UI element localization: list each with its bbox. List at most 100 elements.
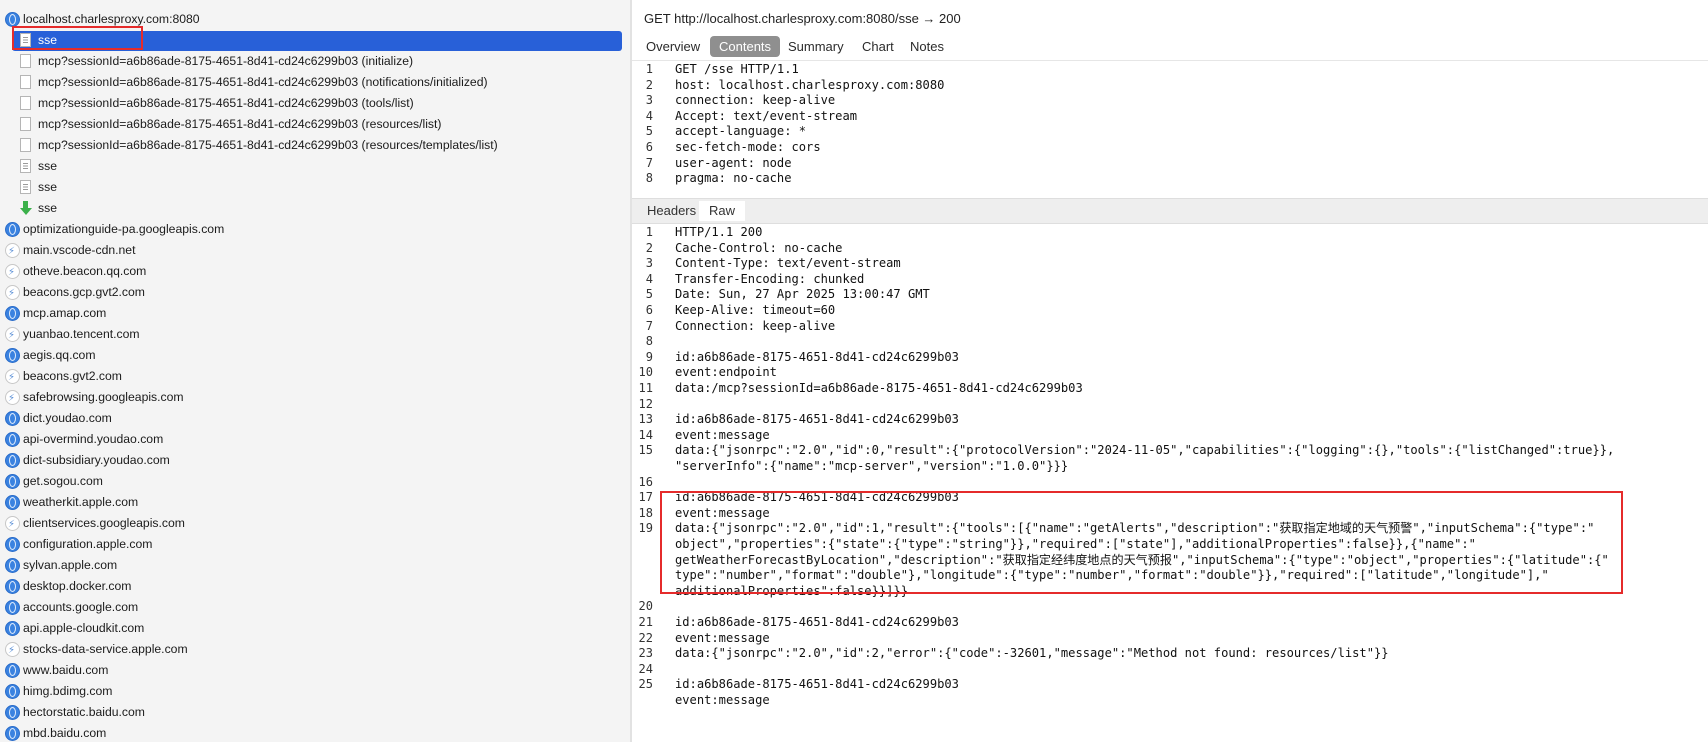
line-number: 8 — [645, 171, 653, 186]
line-text: host: localhost.charlesproxy.com:8080 — [675, 77, 945, 92]
code-line: 3 connection: keep-alive — [632, 92, 1708, 109]
code-line: 13 id:a6b86ade-8175-4651-8d41-cd24c6299b0… — [632, 411, 1708, 428]
document-icon — [20, 180, 31, 194]
tree-request-item[interactable]: mcp?sessionId=a6b86ade-8175-4651-8d41-cd… — [0, 51, 630, 72]
request-raw-view[interactable]: 1 GET /sse HTTP/1.1 2 host: localhost.charl… — [632, 60, 1708, 198]
globe-icon — [5, 348, 20, 363]
line-text: event:endpoint — [675, 365, 777, 380]
tree-item-label: api.apple-cloudkit.com — [23, 621, 145, 635]
tree-host-item[interactable]: aegis.qq.com — [0, 345, 630, 366]
tree-host-item[interactable]: hectorstatic.baidu.com — [0, 702, 630, 723]
line-number: 22 — [638, 630, 653, 645]
lightning-icon — [5, 388, 20, 409]
tree-item-label: clientservices.googleapis.com — [23, 516, 185, 530]
tree-host-item[interactable]: mbd.baidu.com — [0, 723, 630, 742]
tree-item-label: api-overmind.youdao.com — [23, 432, 164, 446]
subtab-headers[interactable]: Headers — [637, 201, 706, 221]
line-text: Accept: text/event-stream — [675, 108, 858, 123]
tree-host-item[interactable]: beacons.gcp.gvt2.com — [0, 282, 630, 304]
tree-host-item[interactable]: api-overmind.youdao.com — [0, 429, 630, 450]
tree-host-item[interactable]: optimizationguide-pa.googleapis.com — [0, 219, 630, 240]
tab-summary[interactable]: Summary — [779, 36, 853, 57]
tree-item-label: sse — [38, 159, 57, 173]
line-text: id:a6b86ade-8175-4651-8d41-cd24c6299b03 — [675, 412, 959, 427]
tree-item-label: mcp?sessionId=a6b86ade-8175-4651-8d41-cd… — [38, 54, 414, 68]
line-text: data:{"jsonrpc":"2.0","id":2,"error":{"c… — [675, 646, 1389, 661]
line-text: Date: Sun, 27 Apr 2025 13:00:47 GMT — [675, 287, 930, 302]
code-line: 5 Date: Sun, 27 Apr 2025 13:00:47 GMT — [632, 286, 1708, 303]
tree-host-item[interactable]: safebrowsing.googleapis.com — [0, 387, 630, 409]
download-arrow-icon — [20, 201, 32, 216]
tree-host-item[interactable]: main.vscode-cdn.net — [0, 240, 630, 262]
code-line: 6 Keep-Alive: timeout=60 — [632, 302, 1708, 319]
line-number: 2 — [645, 77, 653, 92]
tree-item-label: mcp?sessionId=a6b86ade-8175-4651-8d41-cd… — [38, 96, 414, 110]
tree-item-label: sylvan.apple.com — [23, 558, 118, 572]
lightning-icon — [5, 367, 20, 388]
line-text: event:message — [675, 427, 770, 442]
line-text: id:a6b86ade-8175-4651-8d41-cd24c6299b03 — [675, 349, 959, 364]
tree-request-item[interactable]: sse — [0, 177, 630, 198]
tree-host-item[interactable]: dict-subsidiary.youdao.com — [0, 450, 630, 471]
code-line: 4 Accept: text/event-stream — [632, 108, 1708, 125]
line-text: Cache-Control: no-cache — [675, 240, 843, 255]
tree-host-item[interactable]: clientservices.googleapis.com — [0, 513, 630, 535]
code-line: 25 id:a6b86ade-8175-4651-8d41-cd24c6299b0… — [632, 676, 1708, 693]
tab-overview[interactable]: Overview — [637, 36, 709, 57]
line-number: 2 — [645, 240, 653, 255]
highlight-box — [12, 26, 143, 50]
tree-host-item[interactable]: sylvan.apple.com — [0, 555, 630, 576]
tree-request-item[interactable]: mcp?sessionId=a6b86ade-8175-4651-8d41-cd… — [0, 114, 630, 135]
tree-request-item[interactable]: sse — [0, 156, 630, 177]
document-icon — [20, 159, 31, 173]
tree-host-item[interactable]: weatherkit.apple.com — [0, 492, 630, 513]
tree-host-item[interactable]: configuration.apple.com — [0, 534, 630, 555]
line-number: 1 — [645, 62, 653, 76]
tab-notes[interactable]: Notes — [901, 36, 953, 57]
tree-host-item[interactable]: beacons.gvt2.com — [0, 366, 630, 388]
tree-host-item[interactable]: dict.youdao.com — [0, 408, 630, 429]
tree-host-item[interactable]: stocks-data-service.apple.com — [0, 639, 630, 661]
line-number: 6 — [645, 303, 653, 317]
tree-request-item[interactable]: mcp?sessionId=a6b86ade-8175-4651-8d41-cd… — [0, 72, 630, 93]
globe-icon — [5, 558, 20, 573]
line-text: Transfer-Encoding: chunked — [675, 271, 865, 286]
tree-request-item[interactable]: mcp?sessionId=a6b86ade-8175-4651-8d41-cd… — [0, 93, 630, 114]
tree-request-item[interactable]: mcp?sessionId=a6b86ade-8175-4651-8d41-cd… — [0, 135, 630, 156]
code-line: 20 — [632, 598, 1708, 615]
tree-request-item[interactable]: sse — [0, 198, 630, 219]
lightning-icon — [5, 262, 20, 283]
tree-host-item[interactable]: accounts.google.com — [0, 597, 630, 618]
line-text: user-agent: node — [675, 155, 792, 170]
line-number: 12 — [638, 396, 653, 411]
code-line: 12 — [632, 396, 1708, 413]
tab-contents[interactable]: Contents — [710, 36, 781, 57]
code-line: 8 — [632, 333, 1708, 350]
tree-host-item[interactable]: api.apple-cloudkit.com — [0, 618, 630, 639]
tree-host-item[interactable]: himg.bdimg.com — [0, 681, 630, 702]
tree-host-item[interactable]: desktop.docker.com — [0, 576, 630, 597]
globe-icon — [5, 495, 20, 510]
line-text: Connection: keep-alive — [675, 318, 836, 333]
line-text: id:a6b86ade-8175-4651-8d41-cd24c6299b03 — [675, 615, 959, 629]
line-number: 1 — [645, 225, 653, 239]
tree-host-item[interactable]: get.sogou.com — [0, 471, 630, 492]
globe-icon — [5, 537, 20, 552]
detail-tabs: Overview Contents Summary Chart Notes — [632, 36, 1708, 58]
globe-icon — [5, 306, 20, 321]
tree-host-item[interactable]: otheve.beacon.qq.com — [0, 261, 630, 283]
tree-host-item[interactable]: yuanbao.tencent.com — [0, 324, 630, 346]
line-text: connection: keep-alive — [675, 93, 836, 108]
tree-item-label: beacons.gcp.gvt2.com — [23, 285, 145, 299]
response-raw-view[interactable]: 1 HTTP/1.1 200 2 Cache-Control: no-cache 3 Co… — [632, 224, 1708, 742]
tab-chart[interactable]: Chart — [853, 36, 903, 57]
subtab-raw[interactable]: Raw — [699, 201, 746, 221]
tree-item-label: mcp?sessionId=a6b86ade-8175-4651-8d41-cd… — [38, 75, 488, 89]
tree-host-item[interactable]: www.baidu.com — [0, 660, 630, 681]
tree-item-label: dict.youdao.com — [23, 411, 112, 425]
line-text: data:{"jsonrpc":"2.0","id":0,"result":{"… — [675, 443, 1615, 458]
tree-item-label: get.sogou.com — [23, 474, 103, 488]
code-line: 11 data:/mcp?sessionId=a6b86ade-8175-4651… — [632, 380, 1708, 397]
tree-host-item[interactable]: mcp.amap.com — [0, 303, 630, 324]
document-icon — [20, 138, 31, 152]
